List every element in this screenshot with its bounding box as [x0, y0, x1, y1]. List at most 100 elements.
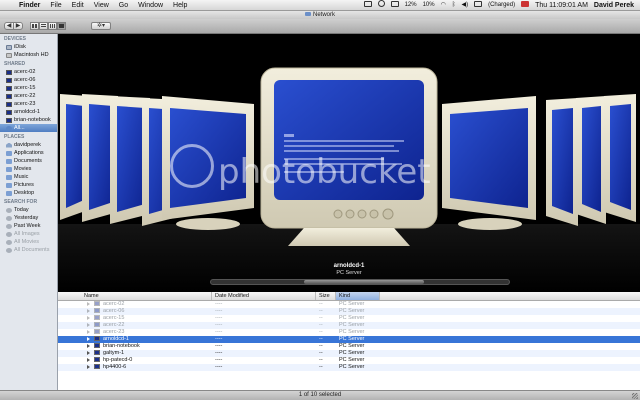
row-size: -- — [319, 308, 323, 314]
menu-finder[interactable]: Finder — [14, 0, 45, 11]
flag-icon[interactable] — [518, 0, 532, 11]
menu-window[interactable]: Window — [133, 0, 168, 11]
sidebar-item-pictures[interactable]: Pictures — [0, 181, 57, 189]
sidebar-item-brian-notebook[interactable]: brian-notebook — [0, 116, 57, 124]
forward-button[interactable]: ▶ — [13, 22, 23, 30]
pc-server-icon — [94, 308, 100, 314]
column-header-name[interactable]: Name — [58, 292, 212, 300]
menu-extra-icon[interactable] — [361, 0, 375, 11]
table-row[interactable]: arnoldcd-1 ---- -- PC Server — [58, 336, 640, 343]
sidebar-item-macintosh-hd[interactable]: Macintosh HD — [0, 51, 57, 59]
pc-server-icon — [94, 357, 100, 363]
cover-item-galtym-1[interactable] — [546, 98, 578, 226]
column-header-kind[interactable]: Kind — [336, 292, 380, 300]
sidebar-item-applications[interactable]: Applications — [0, 149, 57, 157]
menu-edit[interactable]: Edit — [67, 0, 89, 11]
cover-item-brian-notebook[interactable] — [442, 96, 536, 230]
disclosure-triangle-icon[interactable] — [87, 336, 90, 341]
resize-handle[interactable] — [632, 393, 638, 399]
sidebar-item-documents[interactable]: Documents — [0, 157, 57, 165]
sidebar-item-yesterday[interactable]: Yesterday — [0, 214, 57, 222]
window-title-bar[interactable]: Network — [0, 11, 640, 19]
sidebar-item-movies[interactable]: Movies — [0, 165, 57, 173]
sidebar-item-past-week[interactable]: Past Week — [0, 222, 57, 230]
row-date-modified: ---- — [215, 301, 223, 307]
row-kind: PC Server — [339, 357, 365, 363]
row-name-cell: hp4400-6 — [58, 364, 212, 371]
menu-help[interactable]: Help — [168, 0, 192, 11]
sidebar-item-all[interactable]: All... — [0, 124, 57, 132]
menu-extra-icon[interactable] — [375, 0, 388, 11]
battery-percent-2[interactable]: 10% — [420, 0, 438, 11]
pc-icon — [6, 109, 12, 115]
disclosure-triangle-icon[interactable] — [87, 350, 90, 355]
wifi-icon[interactable]: ◠ — [438, 0, 449, 11]
disclosure-triangle-icon[interactable] — [87, 329, 90, 334]
column-header-date-modified[interactable]: Date Modified — [212, 292, 316, 300]
icon-view-button[interactable] — [30, 22, 39, 30]
cover-item-hp-patecd-0[interactable] — [576, 96, 606, 224]
sidebar-item-acerc-06[interactable]: acerc-06 — [0, 76, 57, 84]
row-name-cell: brian-notebook — [58, 343, 212, 350]
sidebar-item-acerc-15[interactable]: acerc-15 — [0, 84, 57, 92]
table-row[interactable]: acerc-02 ---- -- PC Server — [58, 301, 640, 308]
cover-flow-scroll-knob[interactable] — [304, 280, 424, 284]
battery-percent-1[interactable]: 12% — [402, 0, 420, 11]
smart-folder-icon — [6, 223, 12, 229]
row-date-modified: ---- — [215, 350, 223, 356]
row-date-modified: ---- — [215, 357, 223, 363]
table-row[interactable]: hp4400-6 ---- -- PC Server — [58, 364, 640, 371]
table-row[interactable]: hp-patecd-0 ---- -- PC Server — [58, 357, 640, 364]
table-row[interactable]: acerc-06 ---- -- PC Server — [58, 308, 640, 315]
table-row[interactable]: brian-notebook ---- -- PC Server — [58, 343, 640, 350]
user-name[interactable]: David Perek — [591, 0, 640, 11]
sidebar-item-arnoldcd-1[interactable]: arnoldcd-1 — [0, 108, 57, 116]
sidebar-item-all-documents[interactable]: All Documents — [0, 246, 57, 254]
sidebar-item-home[interactable]: davidperek — [0, 141, 57, 149]
disclosure-triangle-icon[interactable] — [87, 357, 90, 362]
action-menu-button[interactable]: ✲▾ — [91, 22, 111, 30]
table-row[interactable]: acerc-22 ---- -- PC Server — [58, 322, 640, 329]
bluetooth-icon[interactable]: ᛒ — [449, 0, 459, 11]
menu-extra-icon[interactable] — [388, 0, 402, 11]
pc-icon — [6, 85, 12, 91]
disclosure-triangle-icon[interactable] — [87, 343, 90, 348]
sidebar-item-acerc-02[interactable]: acerc-02 — [0, 68, 57, 76]
list-view-button[interactable] — [39, 22, 48, 30]
menu-view[interactable]: View — [89, 0, 114, 11]
column-view-button[interactable] — [48, 22, 57, 30]
table-row[interactable]: galtym-1 ---- -- PC Server — [58, 350, 640, 357]
cover-flow-preview[interactable]: photobucket arnoldcd-1 PC Server — [58, 34, 640, 292]
sidebar-item-acerc-22[interactable]: acerc-22 — [0, 92, 57, 100]
disclosure-triangle-icon[interactable] — [87, 301, 90, 306]
battery-state[interactable]: (Charged) — [485, 0, 518, 11]
disclosure-triangle-icon[interactable] — [87, 315, 90, 320]
coverflow-view-button[interactable] — [57, 22, 66, 30]
cover-item-hp4400-6[interactable] — [604, 94, 636, 222]
table-row[interactable]: acerc-23 ---- -- PC Server — [58, 329, 640, 336]
pc-server-icon — [94, 301, 100, 307]
menu-go[interactable]: Go — [114, 0, 133, 11]
disclosure-triangle-icon[interactable] — [87, 308, 90, 313]
volume-icon[interactable]: ◀) — [458, 0, 471, 11]
table-row[interactable]: acerc-15 ---- -- PC Server — [58, 315, 640, 322]
cover-flow-scrollbar[interactable] — [210, 279, 510, 285]
row-name: acerc-23 — [103, 329, 125, 335]
sidebar-item-music[interactable]: Music — [0, 173, 57, 181]
menu-clock[interactable]: Thu 11:09:01 AM — [532, 0, 591, 11]
sidebar-item-desktop[interactable]: Desktop — [0, 189, 57, 197]
sidebar-item-all-movies[interactable]: All Movies — [0, 238, 57, 246]
sidebar-item-idisk[interactable]: iDisk — [0, 43, 57, 51]
disclosure-triangle-icon[interactable] — [87, 322, 90, 327]
battery-icon[interactable] — [471, 0, 485, 11]
row-name-cell: acerc-22 — [58, 322, 212, 329]
sidebar-item-today[interactable]: Today — [0, 206, 57, 214]
column-header-size[interactable]: Size — [316, 292, 336, 300]
sidebar-item-acerc-23[interactable]: acerc-23 — [0, 100, 57, 108]
smart-folder-icon — [6, 247, 12, 253]
sidebar-item-all-images[interactable]: All Images — [0, 230, 57, 238]
sidebar-item-label: Past Week — [14, 223, 41, 229]
disclosure-triangle-icon[interactable] — [87, 364, 90, 369]
menu-file[interactable]: File — [45, 0, 66, 11]
row-size: -- — [319, 322, 323, 328]
